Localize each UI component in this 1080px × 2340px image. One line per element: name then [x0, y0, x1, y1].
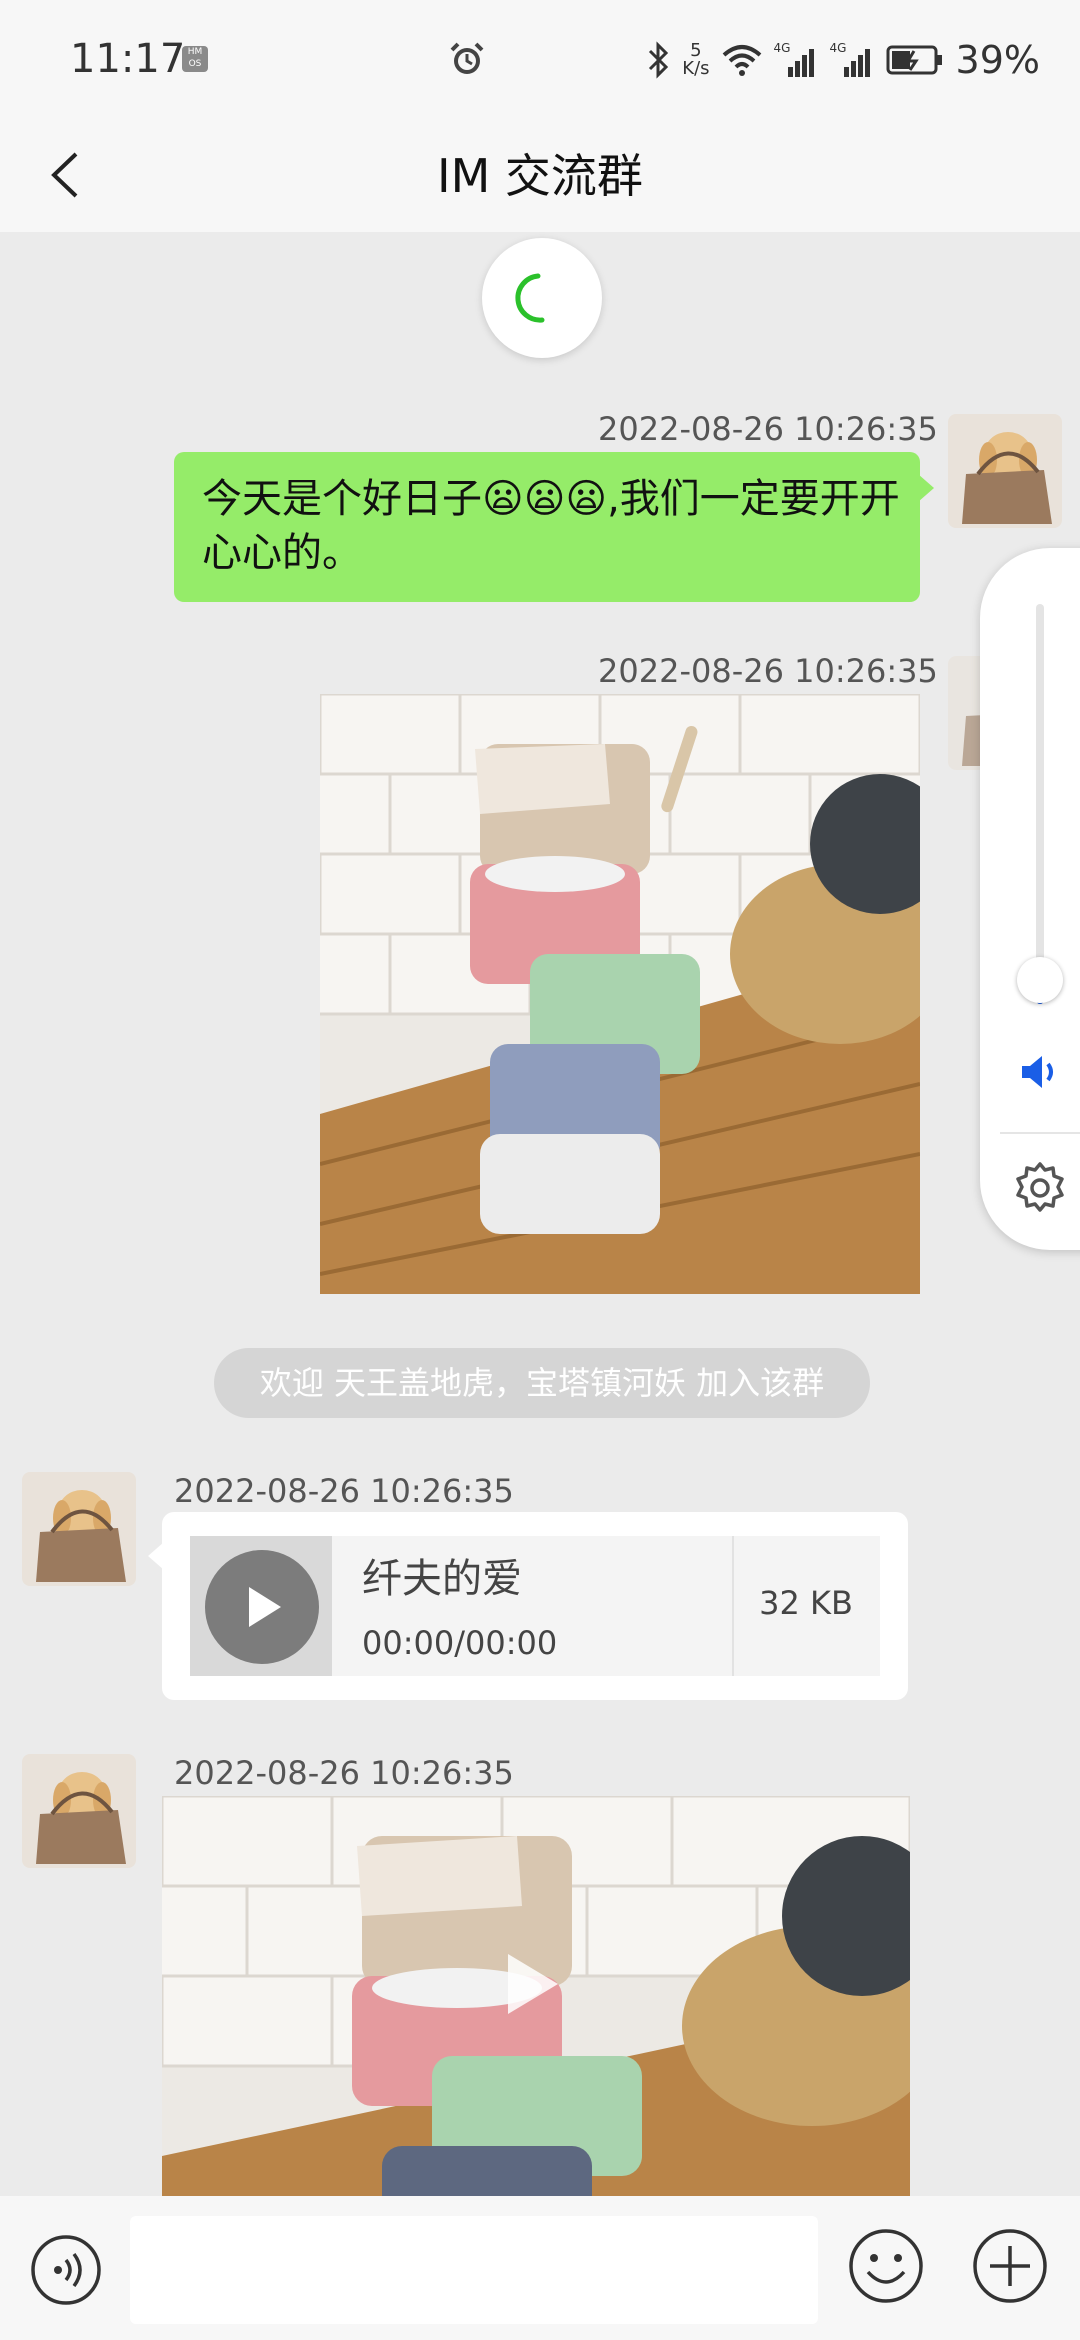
- play-icon: [249, 1587, 281, 1627]
- signal-icon-2: 4G: [829, 41, 874, 77]
- header: IM 交流群: [0, 118, 1080, 232]
- volume-icon[interactable]: [1016, 1048, 1064, 1096]
- network-speed: 5 K/s: [682, 42, 709, 78]
- voice-icon[interactable]: [28, 2232, 104, 2308]
- bubble-tail: [148, 1542, 164, 1570]
- message-timestamp: 2022-08-26 10:26:35: [598, 652, 938, 690]
- page-title: IM 交流群: [437, 149, 643, 203]
- input-bar: [0, 2196, 1080, 2340]
- net-type-label-2: 4G: [829, 41, 847, 55]
- net-type-label: 4G: [773, 41, 791, 55]
- audio-player: 纤夫的爱 00:00/00:00 32 KB: [190, 1536, 880, 1676]
- message-input[interactable]: [130, 2216, 818, 2324]
- avatar[interactable]: [948, 414, 1062, 528]
- message-image[interactable]: [320, 694, 920, 1294]
- message-timestamp: 2022-08-26 10:26:35: [174, 1754, 514, 1792]
- settings-icon[interactable]: [1012, 1160, 1068, 1216]
- plus-icon[interactable]: [970, 2226, 1050, 2306]
- volume-slider-handle[interactable]: [1017, 957, 1063, 1003]
- audio-message[interactable]: 纤夫的爱 00:00/00:00 32 KB: [148, 1512, 908, 1700]
- wifi-icon: [722, 45, 761, 76]
- status-time: 11:17: [70, 36, 186, 82]
- message-video[interactable]: [162, 1796, 910, 2196]
- refresh-indicator: [482, 238, 602, 358]
- signal-icon: 4G: [773, 41, 818, 77]
- bluetooth-icon: [649, 41, 669, 79]
- refresh-spinner-icon: [515, 273, 545, 323]
- audio-file-size: 32 KB: [759, 1584, 853, 1622]
- emoji-icon[interactable]: [846, 2226, 926, 2306]
- status-icons: 5 K/s 4G 4G 39%: [646, 36, 1040, 84]
- audio-duration: 00:00/00:00: [362, 1624, 558, 1662]
- network-speed-unit: K/s: [682, 58, 710, 79]
- avatar[interactable]: [22, 1472, 136, 1586]
- hmos-icon: HM OS: [182, 46, 208, 72]
- avatar[interactable]: [22, 1754, 136, 1868]
- status-bar: 11:17 HM OS 5 K/s 4G 4G 39%: [0, 0, 1080, 118]
- battery-percent: 39%: [955, 38, 1040, 82]
- volume-panel: [980, 548, 1080, 1250]
- message-timestamp: 2022-08-26 10:26:35: [598, 410, 938, 448]
- audio-title: 纤夫的爱: [362, 1556, 522, 1602]
- system-message: 欢迎 天王盖地虎，宝塔镇河妖 加入该群: [214, 1348, 870, 1418]
- bubble-tail: [918, 474, 934, 502]
- audio-thumbnail: [190, 1536, 332, 1676]
- message-timestamp: 2022-08-26 10:26:35: [174, 1472, 514, 1510]
- volume-slider[interactable]: [1017, 604, 1063, 1004]
- battery-icon: [886, 45, 942, 75]
- divider: [1000, 1132, 1080, 1134]
- message-bubble-text[interactable]: 今天是个好日子😦😦😦,我们一定要开开心心的。: [174, 452, 934, 602]
- message-text: 今天是个好日子😦😦😦,我们一定要开开心心的。: [202, 476, 900, 576]
- play-button[interactable]: [205, 1550, 319, 1664]
- alarm-icon: [450, 42, 484, 74]
